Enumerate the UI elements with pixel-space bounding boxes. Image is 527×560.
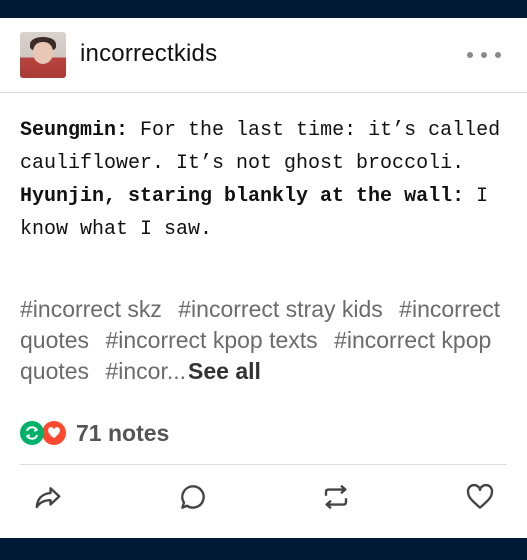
dialogue-line: Hyunjin, staring blankly at the wall: I … <box>20 180 510 246</box>
more-dot <box>495 52 501 58</box>
avatar-face <box>33 42 53 64</box>
tag-link[interactable]: #incorrect stray kids <box>178 296 383 322</box>
more-horizontal-icon[interactable] <box>467 44 501 66</box>
tag-list: #incorrect skz #incorrect stray kids #in… <box>20 294 510 387</box>
tag-link[interactable]: #incorrect skz <box>20 296 162 322</box>
speaker-name: Hyunjin, staring blankly at the wall: <box>20 185 465 208</box>
heart-icon[interactable] <box>463 480 497 514</box>
reblog-note-icon <box>20 421 44 445</box>
notes-count[interactable]: 71 notes <box>76 420 169 447</box>
header-divider <box>0 92 527 93</box>
post-body: Seungmin: For the last time: it’s called… <box>20 114 510 246</box>
tag-link[interactable]: #incor... <box>105 358 186 384</box>
reblog-icon[interactable] <box>319 480 353 514</box>
like-note-icon <box>42 421 66 445</box>
reply-bubble-icon[interactable] <box>176 480 210 514</box>
notes-summary[interactable]: 71 notes <box>20 418 169 448</box>
post-actions <box>0 480 527 520</box>
post-card: incorrectkids Seungmin: For the last tim… <box>0 18 527 538</box>
blog-name[interactable]: incorrectkids <box>80 40 217 68</box>
share-icon[interactable] <box>31 480 65 514</box>
actions-divider <box>20 464 507 465</box>
see-all-tags-link[interactable]: See all <box>188 358 261 384</box>
avatar[interactable] <box>20 32 66 78</box>
post-header: incorrectkids <box>0 18 527 90</box>
more-dot <box>467 52 473 58</box>
tag-link[interactable]: #incorrect kpop texts <box>105 327 317 353</box>
speaker-name: Seungmin: <box>20 119 129 142</box>
dialogue-line: Seungmin: For the last time: it’s called… <box>20 114 510 180</box>
more-dot <box>481 52 487 58</box>
